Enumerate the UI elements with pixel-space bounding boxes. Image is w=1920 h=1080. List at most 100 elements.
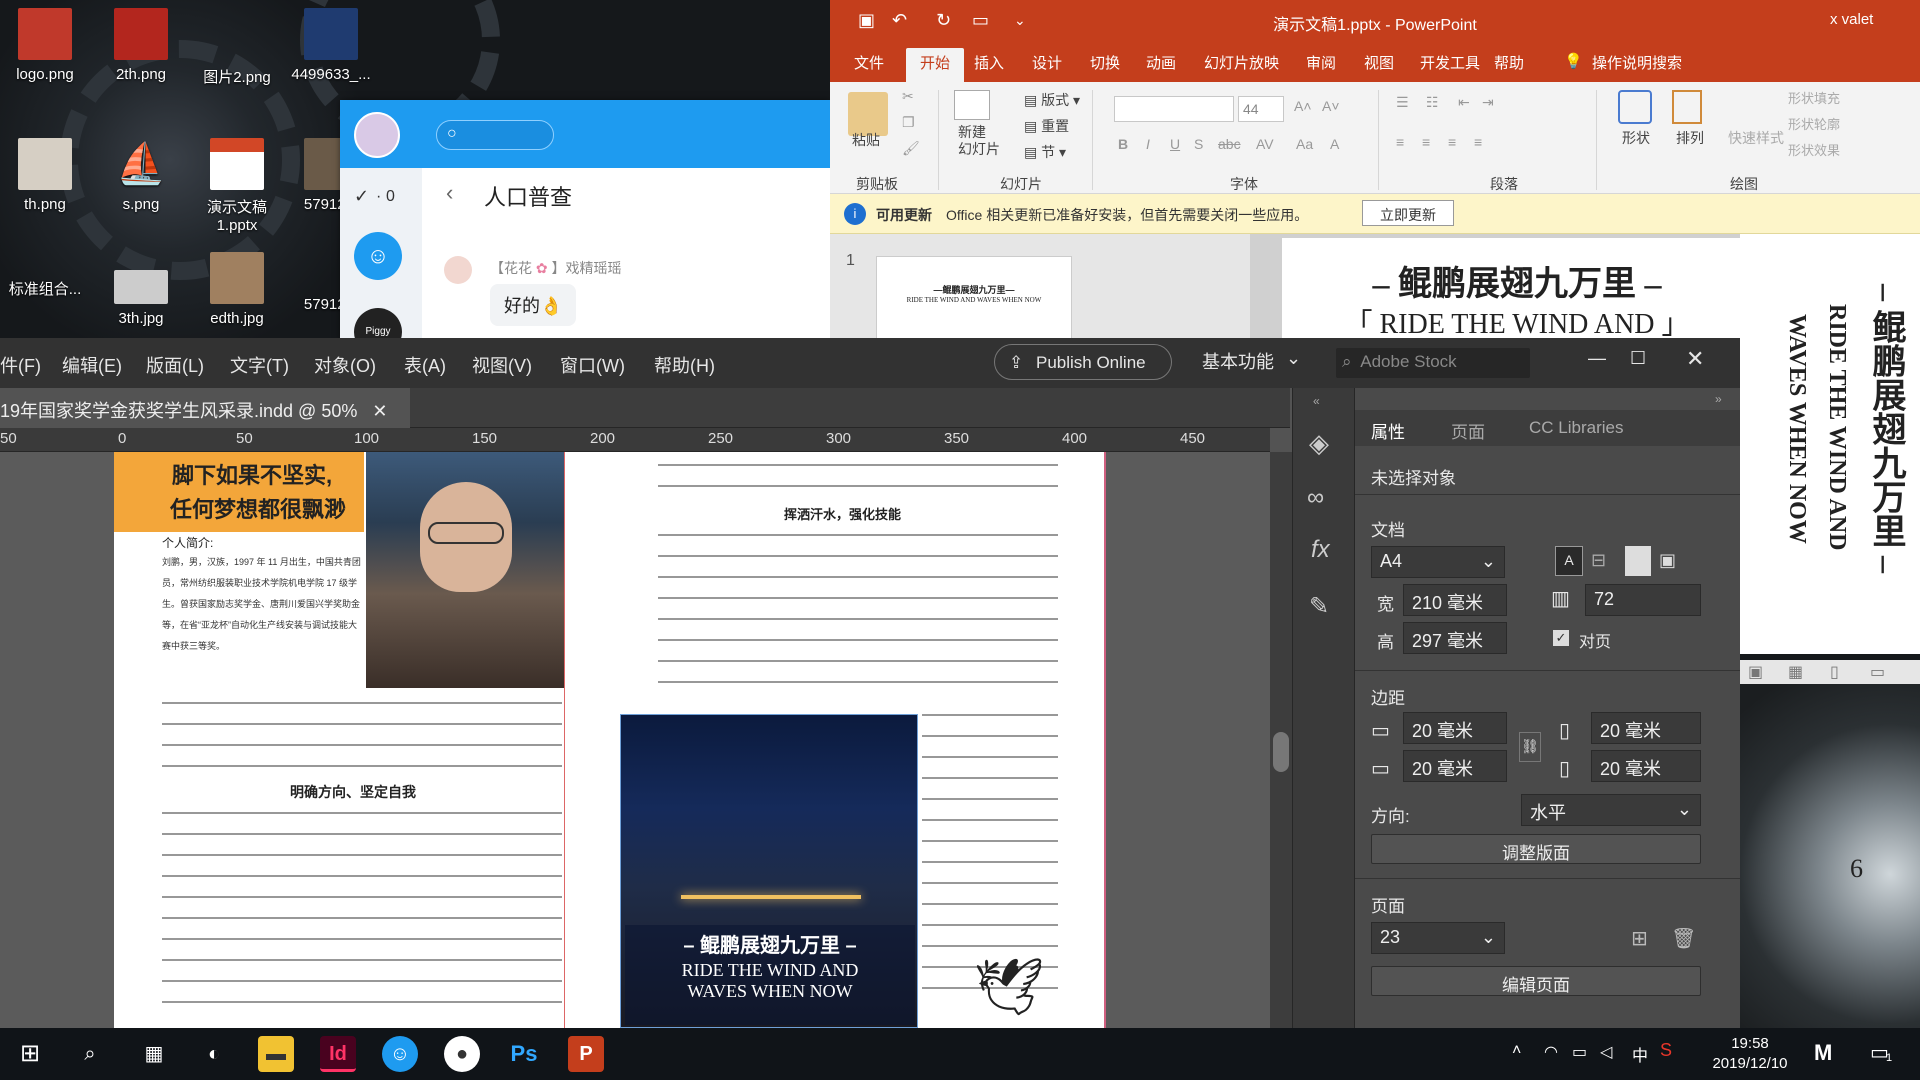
chat-app-icon[interactable]: ●	[444, 1036, 480, 1072]
adjust-layout-button[interactable]: 调整版面	[1371, 834, 1701, 864]
arrange-button[interactable]: 排列	[1676, 128, 1704, 148]
wps-icon[interactable]: M	[1814, 1040, 1832, 1066]
delete-page-icon[interactable]: 🗑	[1671, 926, 1696, 951]
indesign-app-icon[interactable]: Id	[320, 1036, 356, 1072]
menu-window[interactable]: 窗口(W)	[560, 352, 625, 378]
slide-thumbnail[interactable]: —鲲鹏展翅九万里— RIDE THE WIND AND WAVES WHEN N…	[876, 256, 1072, 340]
margin-bottom-field[interactable]: 20 毫米	[1403, 750, 1507, 782]
landscape-orientation-icon[interactable]: ▣	[1659, 550, 1676, 571]
height-field[interactable]: 297 毫米	[1403, 622, 1507, 654]
reset-button[interactable]: ▤ 重置	[1024, 116, 1069, 136]
align-center-icon[interactable]: ≡	[1422, 134, 1430, 150]
horizontal-ruler[interactable]: 50 0 50 100 150 200 250 300 350 400 450	[0, 428, 1270, 452]
sorter-view-icon[interactable]: ▦	[1788, 662, 1803, 682]
desktop-icon[interactable]: th.png	[0, 138, 90, 213]
layers-icon[interactable]: ◈	[1309, 428, 1329, 459]
portrait-photo[interactable]	[366, 452, 564, 688]
new-slide-icon[interactable]	[954, 90, 990, 120]
margin-left-field[interactable]: 20 毫米	[1591, 750, 1701, 782]
expand-icon[interactable]: »	[1715, 392, 1722, 406]
tab-pages[interactable]: 页面	[1451, 418, 1485, 443]
tab-transitions[interactable]: 切换	[1090, 52, 1120, 73]
outdent-icon[interactable]: ⇥	[1482, 94, 1494, 111]
spacing-icon[interactable]: AV	[1256, 136, 1274, 152]
shadow-icon[interactable]: S	[1194, 136, 1203, 152]
pages-count-field[interactable]: 72	[1585, 584, 1701, 616]
powerpoint-app-icon[interactable]: P	[568, 1036, 604, 1072]
tab-view[interactable]: 视图	[1364, 52, 1394, 73]
calculator-icon[interactable]: ▦	[136, 1036, 172, 1072]
chevron-down-icon[interactable]: ⌄	[1286, 348, 1301, 369]
desktop-icon[interactable]: 3th.jpg	[96, 270, 186, 327]
margin-top-field[interactable]: 20 毫米	[1403, 712, 1507, 744]
close-icon[interactable]: ✕	[1686, 346, 1704, 372]
collapse-icon[interactable]: «	[1313, 394, 1320, 408]
ime-indicator[interactable]: 中	[1632, 1042, 1648, 1066]
width-field[interactable]: 210 毫米	[1403, 584, 1507, 616]
desktop-icon[interactable]: 4499633_...	[286, 8, 376, 83]
edit-page-button[interactable]: 编辑页面	[1371, 966, 1701, 996]
tab-design[interactable]: 设计	[1032, 52, 1062, 73]
tab-slideshow[interactable]: 幻灯片放映	[1204, 52, 1279, 73]
search-input[interactable]: ○	[436, 120, 554, 150]
shape-effects-button[interactable]: 形状效果	[1788, 140, 1840, 159]
menu-layout[interactable]: 版面(L)	[146, 352, 204, 378]
format-painter-icon[interactable]: 🖌	[902, 140, 920, 157]
shrink-font-icon[interactable]: A˅	[1322, 98, 1340, 114]
tab-properties[interactable]: 属性	[1371, 418, 1405, 443]
paste-button[interactable]: 粘贴	[852, 130, 880, 150]
body-text-frame[interactable]	[658, 464, 1058, 506]
font-name-select[interactable]	[1114, 96, 1234, 122]
update-now-button[interactable]: 立即更新	[1362, 200, 1454, 226]
page-size-select[interactable]: A4 ⌄	[1371, 546, 1505, 578]
start-windows-icon[interactable]: ⊞	[12, 1036, 48, 1072]
wifi-icon[interactable]: ◠	[1544, 1042, 1558, 1062]
grid-frame-icon[interactable]: ⊟	[1591, 550, 1606, 571]
search-icon[interactable]: ⌕	[72, 1036, 108, 1072]
underline-icon[interactable]: U	[1170, 136, 1180, 152]
menu-type[interactable]: 文字(T)	[230, 352, 289, 378]
desktop-icon[interactable]: 图片2.png	[192, 8, 282, 87]
align-right-icon[interactable]: ≡	[1448, 134, 1456, 150]
tab-help[interactable]: 帮助	[1494, 52, 1524, 73]
body-text-frame[interactable]	[658, 534, 1058, 702]
night-street-photo[interactable]: – 鲲鹏展翅九万里 – RIDE THE WIND AND WAVES WHEN…	[620, 714, 918, 1028]
shapes-icon[interactable]	[1618, 90, 1652, 124]
right-page[interactable]: 挥洒汗水，强化技能 – 鲲鹏展翅九万里 – RIDE THE WIND AND …	[612, 452, 1106, 1028]
desktop-icon[interactable]: ⛵ s.png	[96, 138, 186, 213]
volume-icon[interactable]: ◁	[1600, 1042, 1612, 1062]
desktop-icon[interactable]: 标准组合...	[0, 278, 90, 299]
document-tab[interactable]: 19年国家奖学金获奖学生风采录.indd @ 50% ✕	[0, 388, 410, 428]
qq-app-icon[interactable]: ☺	[382, 1036, 418, 1072]
tab-cc-libraries[interactable]: CC Libraries	[1529, 418, 1623, 438]
group-avatar[interactable]: Piggy	[354, 308, 402, 340]
clock[interactable]: 19:58 2019/12/10	[1700, 1034, 1800, 1074]
quick-styles-button[interactable]: 快速样式	[1728, 128, 1784, 148]
justify-icon[interactable]: ≡	[1474, 134, 1482, 150]
facing-pages-checkbox[interactable]: ✓	[1553, 630, 1569, 646]
desktop-icon[interactable]: 2th.png	[96, 8, 186, 83]
file-explorer-icon[interactable]: ▬	[258, 1036, 294, 1072]
sender-avatar[interactable]	[444, 256, 472, 284]
section-button[interactable]: ▤ 节 ▾	[1024, 142, 1066, 162]
link-margins-icon[interactable]: ⛓	[1519, 732, 1541, 762]
tab-insert[interactable]: 插入	[974, 52, 1004, 73]
desktop-icon[interactable]: 演示文稿1.pptx	[192, 138, 282, 234]
arrange-icon[interactable]	[1672, 90, 1702, 124]
contacts-icon[interactable]: ☺	[354, 232, 402, 280]
bold-icon[interactable]: B	[1118, 136, 1128, 152]
tell-me-search[interactable]: 操作说明搜索	[1592, 52, 1682, 73]
shape-outline-button[interactable]: 形状轮廓	[1788, 114, 1840, 133]
menu-help[interactable]: 帮助(H)	[654, 352, 715, 378]
tab-animations[interactable]: 动画	[1146, 52, 1176, 73]
font-size-select[interactable]: 44	[1238, 96, 1284, 122]
menu-file[interactable]: 件(F)	[0, 352, 41, 378]
left-page[interactable]: 脚下如果不坚实, 任何梦想都很飘渺 个人简介: 刘鹏，男，汉族，1997 年 1…	[114, 452, 564, 1028]
menu-view[interactable]: 视图(V)	[472, 352, 532, 378]
menu-edit[interactable]: 编辑(E)	[62, 352, 122, 378]
shape-fill-button[interactable]: 形状填充	[1788, 88, 1840, 107]
cc-libraries-icon[interactable]: ✎	[1309, 592, 1329, 621]
scrollbar-thumb[interactable]	[1273, 732, 1289, 772]
publish-online-button[interactable]: ⇪ Publish Online	[994, 344, 1172, 380]
copy-icon[interactable]: ❐	[902, 114, 915, 131]
